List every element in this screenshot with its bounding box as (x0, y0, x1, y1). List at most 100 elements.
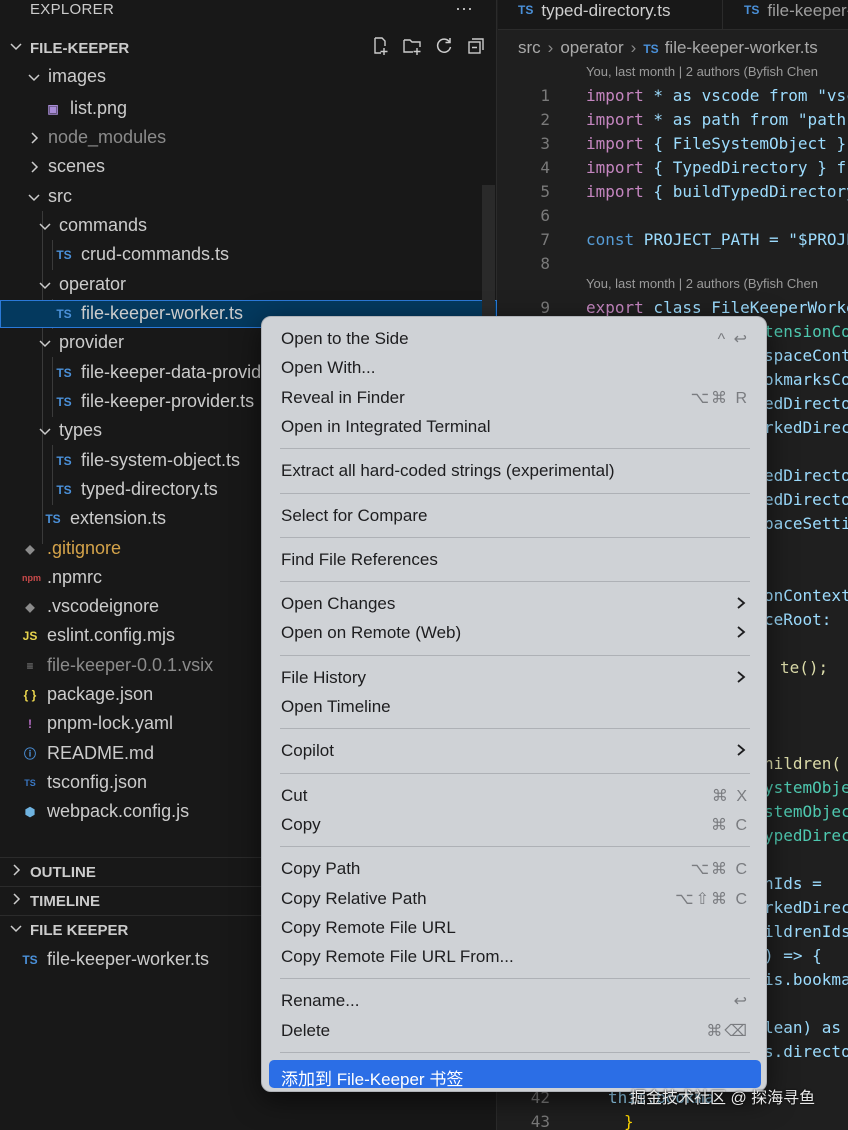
bookmark-label: file-keeper-worker.ts (47, 949, 210, 969)
keyboard-shortcut: ⌥⇧⌘ C (675, 890, 749, 908)
file-label: .npmrc (47, 567, 103, 587)
line-number: 7 (540, 230, 550, 249)
keyword: import (586, 182, 644, 201)
watermark-text: 掘金技术社区 @ 探海寻鱼 (630, 1090, 816, 1107)
typescript-file-icon: TS (56, 454, 72, 468)
tree-file[interactable]: ▣ list.png (0, 95, 497, 123)
keyboard-shortcut: ⌘⌫ (706, 1022, 749, 1040)
menu-item-file-history[interactable]: File History (269, 663, 761, 691)
menu-item-delete[interactable]: Delete ⌘⌫ (269, 1016, 761, 1044)
file-label: eslint.config.mjs (47, 625, 176, 645)
typescript-file-icon: TS (56, 366, 72, 380)
keyboard-shortcut: ⌥⌘ C (690, 861, 749, 879)
menu-item-label: Copy (281, 814, 321, 834)
menu-item-label: Open in Integrated Terminal (281, 416, 491, 436)
code-text: { buildTypedDirectory (643, 182, 848, 201)
file-label: crud-commands.ts (81, 244, 230, 264)
section-label: FILE-KEEPER (30, 39, 130, 57)
breadcrumb-item[interactable]: operator (560, 38, 623, 57)
folder-label: src (48, 186, 72, 206)
typescript-file-icon: TS (56, 307, 72, 321)
menu-item-open-with[interactable]: Open With... (269, 353, 761, 381)
code-fragment: ystemObje (764, 778, 848, 797)
npm-icon: npm (22, 573, 41, 583)
chevron-right-icon (13, 864, 21, 876)
menu-item-copy-remote-file-url-from[interactable]: Copy Remote File URL From... (269, 942, 761, 970)
json-file-icon: { } (23, 688, 37, 702)
file-label: file-system-object.ts (81, 450, 241, 470)
menu-item-label: Select for Compare (281, 505, 428, 525)
tsconfig-icon: TS (24, 778, 36, 788)
tree-file[interactable]: TS crud-commands.ts (0, 241, 497, 269)
menu-item-label: Cut (281, 785, 308, 805)
code-line: } (624, 1112, 634, 1130)
code-fragment: lean) as (764, 1018, 842, 1037)
tree-folder[interactable]: images (0, 63, 497, 91)
menu-separator (280, 581, 750, 583)
chevron-right-icon: › (547, 38, 554, 57)
menu-item-open-changes[interactable]: Open Changes (269, 589, 761, 617)
menu-item-cut[interactable]: Cut ⌘ X (269, 781, 761, 809)
menu-item-rename[interactable]: Rename... ↩ (269, 986, 761, 1014)
tree-folder[interactable]: commands (0, 212, 497, 240)
git-icon: ◆ (25, 542, 35, 556)
menu-item-copy[interactable]: Copy ⌘ C (269, 810, 761, 838)
menu-item-select-for-compare[interactable]: Select for Compare (269, 501, 761, 529)
code-fragment: rkedDirec (764, 898, 848, 917)
menu-item-open-to-the-side[interactable]: Open to the Side ^ ↩ (269, 324, 761, 352)
file-label: README.md (47, 743, 155, 763)
line-number: 9 (540, 298, 550, 317)
code-fragment: tensionCo (764, 322, 848, 341)
code-fragment: hildren( (764, 754, 842, 773)
menu-item-find-file-references[interactable]: Find File References (269, 545, 761, 573)
keyboard-shortcut: ^ ↩ (717, 331, 749, 348)
refresh-icon[interactable] (434, 36, 454, 56)
file-label: .gitignore (47, 538, 122, 558)
explorer-title: EXPLORER (30, 1, 115, 18)
code-fragment: ceRoot: (764, 610, 832, 629)
code-fragment: edDirecto (764, 466, 848, 485)
menu-item-label: Rename... (281, 991, 360, 1011)
menu-item-copilot[interactable]: Copilot (269, 736, 761, 764)
line-number: 6 (540, 206, 550, 225)
new-folder-icon[interactable] (402, 36, 422, 56)
more-actions-icon[interactable]: ··· (455, 0, 473, 19)
chevron-down-icon (39, 340, 51, 348)
tab-file-keeper-worker[interactable]: TS file-keeper-worker.ts (724, 0, 848, 30)
breadcrumb-item[interactable]: file-keeper-worker.ts (665, 38, 818, 57)
code-fragment: rkedDirec (764, 418, 848, 437)
section-label: FILE KEEPER (30, 921, 129, 939)
menu-item-reveal-in-finder[interactable]: Reveal in Finder ⌥⌘ R (269, 383, 761, 411)
code-fragment: nIds = (764, 874, 822, 893)
menu-item-copy-remote-file-url[interactable]: Copy Remote File URL (269, 913, 761, 941)
menu-item-open-in-integrated-terminal[interactable]: Open in Integrated Terminal (269, 412, 761, 440)
code-text: * as path from "path" (643, 110, 848, 129)
file-label: package.json (47, 684, 154, 704)
tree-folder[interactable]: src (0, 183, 497, 211)
chevron-right-icon (737, 670, 746, 683)
code-text: class FileKeeperWorke (643, 298, 848, 317)
menu-item-extract-all-hard-coded-strings-experimental[interactable]: Extract all hard-coded strings (experime… (269, 456, 761, 484)
git-blame-annotation[interactable]: You, last month | 2 authors (Byfish Chen (586, 276, 818, 291)
tree-folder[interactable]: scenes (0, 153, 497, 181)
menu-item-label: Reveal in Finder (281, 387, 405, 407)
menu-item-copy-relative-path[interactable]: Copy Relative Path ⌥⇧⌘ C (269, 884, 761, 912)
code-fragment: ildrenIds (764, 922, 848, 941)
menu-separator (280, 1052, 750, 1053)
chevron-right-icon (737, 626, 746, 639)
tree-folder[interactable]: operator (0, 271, 497, 299)
new-file-icon[interactable] (370, 36, 390, 56)
breadcrumb-item[interactable]: src (518, 38, 541, 57)
menu-item-open-timeline[interactable]: Open Timeline (269, 692, 761, 720)
collapse-all-icon[interactable] (466, 36, 486, 56)
menu-item-open-on-remote-web[interactable]: Open on Remote (Web) (269, 618, 761, 646)
menu-item-label: 添加到 File-Keeper 书签 (281, 1070, 464, 1089)
git-blame-annotation[interactable]: You, last month | 2 authors (Byfish Chen (586, 64, 818, 79)
menu-item-copy-path[interactable]: Copy Path ⌥⌘ C (269, 854, 761, 882)
tab-typed-directory[interactable]: TS typed-directory.ts (498, 0, 723, 30)
code-fragment: s.directo (764, 1042, 848, 1061)
tab-label: typed-directory.ts (541, 1, 671, 20)
tree-folder[interactable]: node_modules (0, 124, 497, 152)
line-number: 8 (540, 254, 550, 273)
menu-separator (280, 536, 750, 538)
